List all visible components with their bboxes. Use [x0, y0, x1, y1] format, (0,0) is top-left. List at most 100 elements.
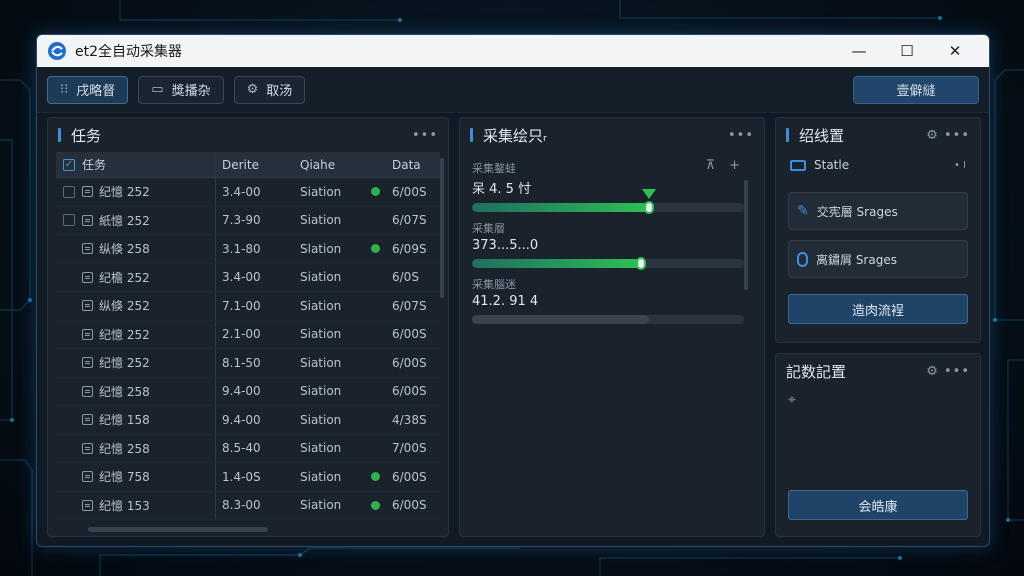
task-status: Siation [300, 327, 342, 342]
task-name: 纪憶 252 [99, 185, 150, 200]
progress-track[interactable] [472, 189, 744, 214]
task-icon [82, 471, 93, 483]
task-icon [82, 186, 93, 198]
app-window: et2全自动采集器 — ☐ ✕ ⁝⁝ 戌略督 ▭ 獎播杂 ⚙ 取汤 壹僻縫 任务… [36, 34, 990, 547]
accent-bar [58, 128, 61, 142]
toolbar-button-3[interactable]: ⚙ 取汤 [233, 75, 306, 104]
grid-dots-icon: ⁝⁝ [60, 82, 69, 97]
progress-label: 采集腦迷 [472, 278, 516, 291]
task-status: Siation [300, 412, 342, 427]
minimize-button[interactable]: — [835, 35, 883, 67]
config-panel-header: 記数記置 ⚙ ••• [776, 354, 980, 388]
maximize-button[interactable]: ☐ [883, 35, 931, 67]
task-derite: 7.1-00 [222, 298, 261, 313]
stage-button-1-label: 交宪層 Srages [816, 204, 898, 219]
task-data: 6/00S [392, 355, 427, 370]
task-icon [82, 214, 93, 226]
table-row[interactable]: 纪憶 252 3.4-00 Siation 6/00S [56, 178, 440, 207]
task-name: 紙憶 252 [99, 213, 150, 228]
select-all-checkbox[interactable]: ✓ [63, 158, 75, 171]
mouse-icon [797, 251, 808, 267]
table-row[interactable]: 纪憶 153 8.3-00 Siation 6/00S [56, 491, 440, 520]
task-icon [82, 328, 93, 340]
table-row[interactable]: 纵倏 258 3.1-80 Slation 6/09S [56, 235, 440, 264]
task-status: Siation [300, 270, 342, 285]
table-row[interactable]: 紙憶 252 7.3-90 Siation 6/07S [56, 206, 440, 235]
task-derite: 9.4-00 [222, 412, 261, 427]
table-row[interactable]: 纪檐 252 3.4-00 Siation 6/0S [56, 263, 440, 292]
process-button[interactable]: 造肉流裎 [788, 294, 968, 324]
task-derite: 9.4-00 [222, 384, 261, 399]
column-header-task[interactable]: 任务 [82, 152, 216, 177]
task-icon [82, 243, 93, 255]
window-title: et2全自动采集器 [75, 44, 183, 60]
toolbar-button-2[interactable]: ▭ 獎播杂 [138, 75, 224, 104]
config-action-button[interactable]: 会皓康 [788, 490, 968, 520]
task-panel-title: 任务 [71, 126, 102, 145]
table-row[interactable]: 纪憶 252 2.1-00 Siation 6/00S [56, 320, 440, 349]
progress-knob[interactable] [635, 257, 646, 270]
task-name: 纪憶 258 [99, 441, 150, 456]
progress-fill [472, 315, 649, 324]
more-menu-icon[interactable]: ••• [412, 128, 438, 143]
table-row[interactable]: 纪憶 258 8.5-40 Siation 7/00S [56, 434, 440, 463]
progress-track[interactable] [472, 257, 744, 270]
task-data: 6/00S [392, 469, 427, 484]
task-data: 4/38S [392, 412, 427, 427]
task-status: Siation [300, 298, 342, 313]
table-row[interactable]: 纪憶 158 9.4-00 Siation 4/38S [56, 406, 440, 435]
monitor-icon [790, 159, 806, 171]
state-indicator: • I [953, 159, 966, 171]
task-data: 6/07S [392, 213, 427, 228]
task-status: Siation [300, 355, 342, 370]
task-name: 纪檐 252 [99, 270, 150, 285]
row-checkbox[interactable] [63, 185, 75, 198]
task-data: 6/00S [392, 184, 427, 199]
more-menu-icon[interactable]: ••• [728, 128, 754, 143]
app-logo-icon [48, 42, 66, 60]
add-icon[interactable]: + [729, 158, 740, 173]
crosshair-icon[interactable]: ⌖ [788, 392, 968, 408]
table-row[interactable]: 纪憶 252 8.1-50 Siation 6/00S [56, 349, 440, 378]
stage-button-1[interactable]: ✎ 交宪層 Srages [788, 192, 968, 230]
config-menu-icon[interactable]: ⚙ ••• [926, 364, 970, 379]
window-icon: ▭ [151, 82, 164, 97]
status-dot [371, 187, 380, 197]
column-header-derite[interactable]: Derite [216, 158, 294, 172]
task-derite: 8.1-50 [222, 355, 261, 370]
vertical-scrollbar[interactable] [440, 158, 444, 298]
close-button[interactable]: ✕ [931, 35, 979, 67]
column-header-data[interactable]: Data [386, 158, 436, 172]
horizontal-scrollbar[interactable] [88, 527, 268, 532]
settings-panel-header: 绍线置 ⚙ ••• [776, 118, 980, 152]
settings-panel: 绍线置 ⚙ ••• Statle • I ✎ 交宪層 Srages 离鏽屑 Sr… [775, 117, 981, 343]
task-data: 6/09S [392, 241, 427, 256]
task-status: Slation [300, 241, 342, 256]
task-name: 纵倏 258 [99, 242, 150, 257]
toolbar: ⁝⁝ 戌略督 ▭ 獎播杂 ⚙ 取汤 壹僻縫 [37, 67, 989, 113]
toolbar-button-1[interactable]: ⁝⁝ 戌略督 [47, 75, 129, 104]
task-name: 纪憶 252 [99, 327, 150, 342]
state-row: Statle • I [790, 154, 966, 176]
pencil-icon: ✎ [797, 203, 809, 219]
primary-action-button[interactable]: 壹僻縫 [853, 75, 979, 104]
vertical-scrollbar[interactable] [744, 180, 748, 290]
collapse-icon[interactable]: ⊼ [706, 158, 716, 173]
task-status: Siation [300, 498, 342, 513]
progress-track[interactable] [472, 315, 744, 324]
toolbar-button-1-label: 戌略督 [76, 84, 116, 99]
row-checkbox[interactable] [63, 214, 75, 227]
settings-menu-icon[interactable]: ⚙ ••• [926, 128, 970, 143]
table-row[interactable]: 纵倏 252 7.1-00 Siation 6/07S [56, 292, 440, 321]
task-name: 纪憶 258 [99, 384, 150, 399]
column-header-qiahe[interactable]: Qiahe [294, 158, 386, 172]
task-derite: 7.3-90 [222, 213, 261, 228]
progress-knob[interactable] [643, 201, 654, 214]
stage-button-2[interactable]: 离鏽屑 Srages [788, 240, 968, 278]
task-status: Siation [300, 441, 342, 456]
table-row[interactable]: 纪憶 758 1.4-0S Siation 6/00S [56, 463, 440, 492]
table-body: 纪憶 252 3.4-00 Siation 6/00S 紙憶 252 7.3-90 Siat… [48, 178, 448, 520]
table-row[interactable]: 纪憶 258 9.4-00 Siation 6/00S [56, 377, 440, 406]
task-panel: 任务 ••• ✓ 任务 Derite Qiahe Data 纪憶 252 3.4-… [47, 117, 449, 537]
gear-icon: ⚙ [246, 82, 259, 97]
